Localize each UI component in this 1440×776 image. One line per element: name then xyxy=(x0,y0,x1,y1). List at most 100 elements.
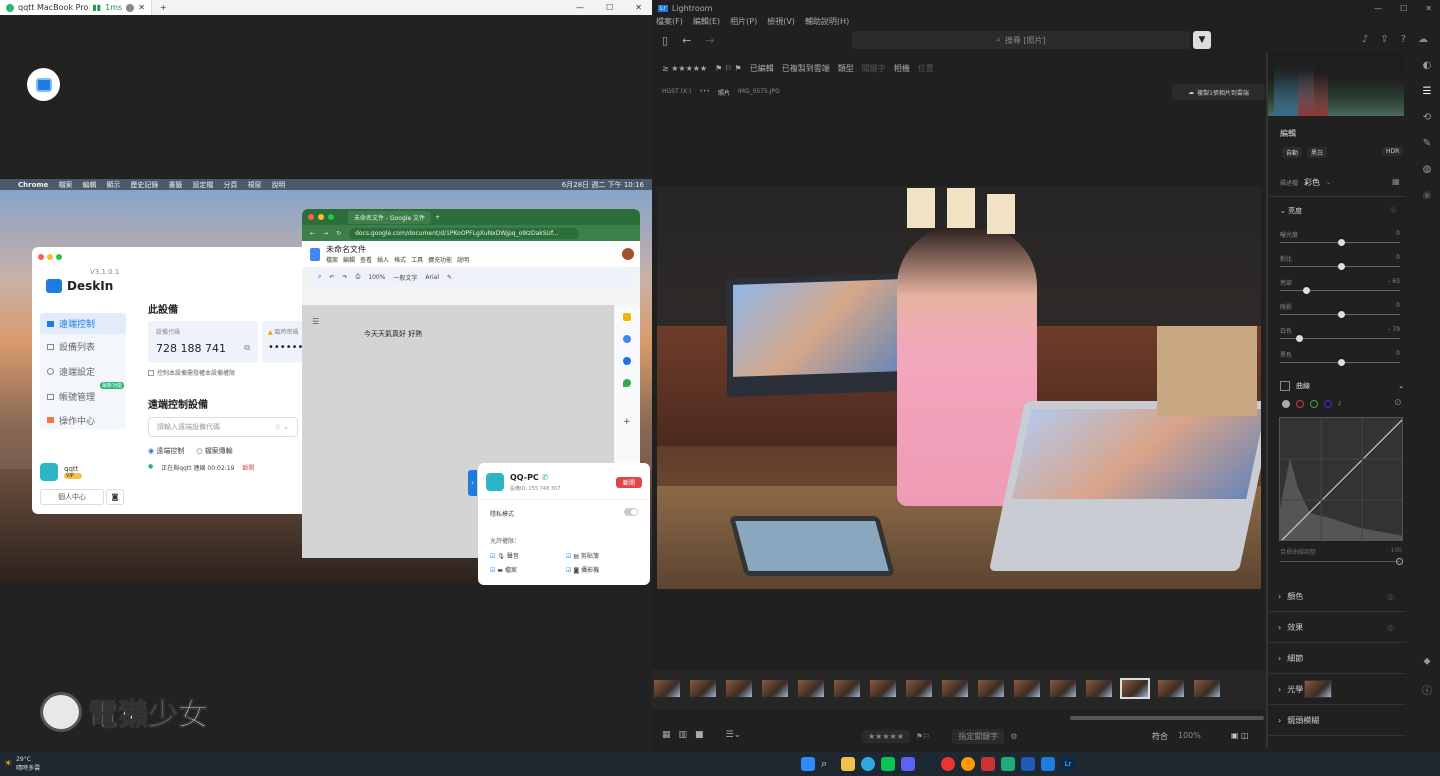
perm-clipboard[interactable]: ☑ ▤ 剪貼簿 xyxy=(566,551,599,560)
permission-checkbox[interactable]: 控制本設備需授權本設備權限 xyxy=(148,368,235,377)
share-icon[interactable]: ⇪ xyxy=(1380,34,1388,45)
nav-item-settings[interactable]: 遠端設定 xyxy=(40,359,126,384)
pen-icon[interactable]: ✎ xyxy=(447,274,452,281)
menu-item[interactable]: 相片(P) xyxy=(730,16,757,27)
menu-item[interactable]: 書籤 xyxy=(168,180,182,190)
filter-cloud[interactable]: 已複製到雲端 xyxy=(782,63,830,74)
channel-red[interactable] xyxy=(1296,400,1304,408)
slider-0[interactable]: 曝光度 0 xyxy=(1280,230,1400,246)
user-block[interactable]: qqtt VIP xyxy=(40,463,82,481)
privacy-toggle[interactable] xyxy=(624,508,638,516)
thumbnail[interactable] xyxy=(762,680,788,697)
thumbnail[interactable] xyxy=(1194,680,1220,697)
menu-item[interactable]: 分頁 xyxy=(223,180,237,190)
search-icon[interactable]: ⌕ xyxy=(821,757,835,771)
app-icon[interactable] xyxy=(1001,757,1016,771)
slider-5[interactable]: 黑色 0 xyxy=(1280,350,1400,366)
cloud-icon[interactable]: ☁ xyxy=(1418,34,1428,45)
nav-item-remote[interactable]: 遠端控制 xyxy=(40,313,126,334)
profile-browser-icon[interactable]: ▦ xyxy=(1392,177,1400,186)
thumbnail[interactable] xyxy=(906,680,932,697)
sort-icon[interactable]: ☰⌄ xyxy=(726,730,742,740)
main-photo[interactable] xyxy=(657,186,1261,589)
deskin-taskbar-icon[interactable] xyxy=(1041,757,1056,771)
steam-icon[interactable] xyxy=(921,757,936,771)
lightroom-taskbar-icon[interactable]: Lr xyxy=(1061,757,1076,771)
avatar[interactable] xyxy=(622,248,634,260)
end-session-button[interactable]: 斷開 xyxy=(616,477,642,488)
perm-file[interactable]: ☑ ▬ 檔案 xyxy=(490,565,517,574)
close-button[interactable]: ✕ xyxy=(1425,4,1432,13)
menu-item[interactable]: 查看 xyxy=(360,255,372,264)
light-section-header[interactable]: ⌄ 亮度 xyxy=(1280,206,1302,216)
chrome-icon[interactable] xyxy=(941,757,956,771)
perm-audio[interactable]: ☑ 🎙 聲音 xyxy=(490,551,519,560)
thumbnail[interactable] xyxy=(1086,680,1112,697)
new-tab-button[interactable]: + xyxy=(435,214,440,221)
maps-icon[interactable] xyxy=(623,379,631,387)
app-icon[interactable] xyxy=(961,757,976,771)
channel-blue[interactable] xyxy=(1324,400,1332,408)
star-icon[interactable]: ☆ ⌄ xyxy=(275,423,289,431)
checkbox[interactable] xyxy=(148,369,154,376)
slider-3[interactable]: 陰影 0 xyxy=(1280,302,1400,318)
back-icon[interactable]: ← xyxy=(310,230,315,237)
menu-item[interactable]: 設定檔 xyxy=(192,180,213,190)
nav-item-devices[interactable]: 設備列表 xyxy=(40,334,126,359)
thumbnail[interactable] xyxy=(1050,680,1076,697)
channel-rgb[interactable] xyxy=(1282,400,1290,408)
menu-item[interactable]: 說明 xyxy=(271,180,285,190)
star-rating[interactable]: ★★★★★ xyxy=(862,730,910,743)
thumbnail[interactable] xyxy=(942,680,968,697)
doc-title[interactable]: 未命名文件 xyxy=(326,244,469,255)
filter-keyword[interactable]: 關鍵字 xyxy=(862,63,886,74)
tab-macbook[interactable]: qqtt MacBook Pro ▮▮ 1ms ✕ xyxy=(0,0,152,15)
thumbnail[interactable] xyxy=(690,680,716,697)
curve-header[interactable]: 曲線 ⌄ xyxy=(1280,379,1404,393)
discord-icon[interactable]: ◙ xyxy=(106,489,124,505)
menu-item[interactable]: 顯示 xyxy=(106,180,120,190)
close-tab-icon[interactable]: ✕ xyxy=(138,3,145,12)
add-icon[interactable]: + xyxy=(623,417,640,427)
target-adjust-icon[interactable]: ⊙ xyxy=(1394,398,1402,408)
remote-mac-screen[interactable]: Chrome 檔案 編輯 顯示 歷史記錄 書籤 設定檔 分頁 視窗 說明 6月2… xyxy=(0,179,652,585)
settings-icon[interactable] xyxy=(126,3,135,12)
section-detail[interactable]: › 細節 xyxy=(1266,643,1406,674)
outline-icon[interactable]: ☰ xyxy=(312,317,319,326)
user-center-button[interactable]: 個人中心 xyxy=(40,489,104,505)
edit-sliders-icon[interactable]: ☰ xyxy=(1423,86,1432,97)
radio-file[interactable]: ○ 檔案傳輸 xyxy=(196,446,232,456)
help-icon[interactable]: ? xyxy=(1401,34,1406,45)
keyword-button[interactable]: 指定關鍵字 xyxy=(952,729,1005,744)
menu-item[interactable]: 工具 xyxy=(411,255,423,264)
filter-camera[interactable]: 相機 xyxy=(894,63,910,74)
menu-item[interactable]: 擴充功能 xyxy=(428,255,452,264)
menu-item[interactable]: 編輯 xyxy=(343,255,355,264)
perm-camera[interactable]: ☑ ◙ 攝影機 xyxy=(566,565,599,574)
discord-icon[interactable] xyxy=(901,757,916,771)
copy-icon[interactable]: ⧉ xyxy=(244,343,250,353)
zoom-dot[interactable] xyxy=(328,214,334,220)
maximize-button[interactable]: ☐ xyxy=(1400,4,1407,13)
thumbnail[interactable] xyxy=(1158,680,1184,697)
menu-item[interactable]: 檔案(F) xyxy=(656,16,683,27)
tag-icon[interactable]: ⬥ xyxy=(1424,656,1431,667)
lr-search[interactable]: ⌕ 搜尋 [照片] xyxy=(852,31,1190,49)
keep-icon[interactable] xyxy=(623,313,631,321)
radio-remote[interactable]: ◉ 遠端控制 xyxy=(148,446,184,456)
tasks-icon[interactable] xyxy=(623,335,631,343)
section-lens-blur[interactable]: › 鏡頭模糊 xyxy=(1266,705,1406,736)
channel-green[interactable] xyxy=(1310,400,1318,408)
presets-icon[interactable]: ◐ xyxy=(1423,60,1432,71)
menu-item[interactable]: 編輯(E) xyxy=(693,16,720,27)
nav-item-ops[interactable]: 操作中心 xyxy=(40,409,126,431)
slider-knob[interactable] xyxy=(1296,335,1304,342)
word-icon[interactable] xyxy=(1021,757,1036,771)
minimize-dot[interactable] xyxy=(318,214,324,220)
menu-item[interactable]: 歷史記錄 xyxy=(130,180,158,190)
menu-item[interactable]: 檔案 xyxy=(58,180,72,190)
app-icon[interactable] xyxy=(981,757,996,771)
star-filter[interactable]: ≥ ★★★★★ xyxy=(662,64,707,73)
fit-button[interactable]: 符合 xyxy=(1152,731,1168,742)
curve-slider-track[interactable] xyxy=(1280,561,1400,562)
